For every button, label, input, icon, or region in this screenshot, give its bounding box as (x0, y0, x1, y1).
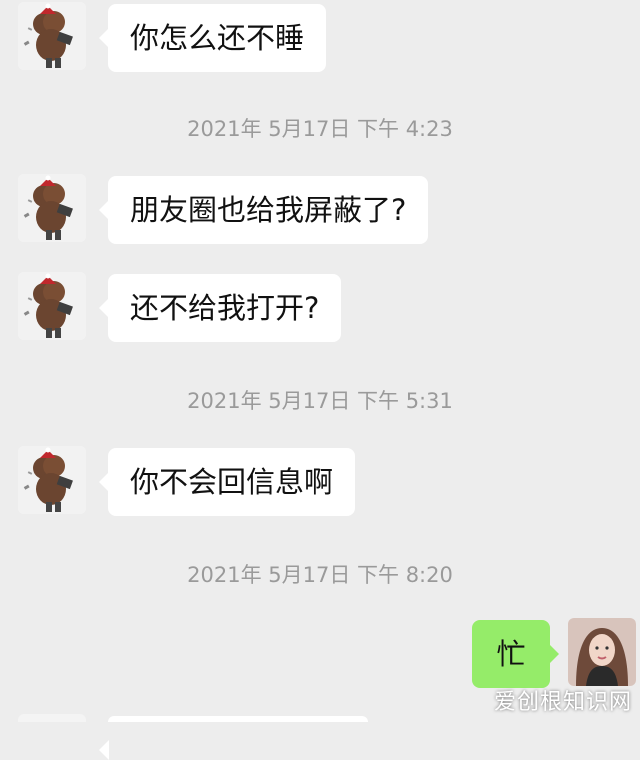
watermark: 爱创根知识网 (493, 690, 632, 715)
contact-avatar-icon (18, 714, 86, 722)
bear-avatar-icon (18, 272, 86, 340)
message-bubble-outgoing[interactable]: 忙 (472, 620, 559, 688)
contact-avatar-icon[interactable] (18, 272, 86, 340)
bear-avatar-icon (18, 2, 86, 70)
contact-avatar-icon[interactable] (18, 174, 86, 242)
user-photo-avatar (568, 618, 636, 686)
bear-avatar-icon (18, 446, 86, 514)
self-avatar[interactable] (568, 618, 636, 686)
chat-area[interactable]: 你怎么还不睡 2021年 5月17日 下午 4:23 朋友圈也给我屏蔽了? 还不… (0, 0, 640, 760)
bear-avatar-icon (18, 174, 86, 242)
message-bubble[interactable]: 朋友圈也给我屏蔽了? (98, 176, 429, 244)
message-bubble-partial (99, 716, 368, 760)
message-timestamp: 2021年 5月17日 下午 5:31 (187, 389, 453, 413)
message-timestamp: 2021年 5月17日 下午 4:23 (187, 117, 453, 141)
message-timestamp: 2021年 5月17日 下午 8:20 (187, 563, 453, 587)
message-bubble[interactable]: 你不会回信息啊 (98, 448, 356, 516)
message-bubble[interactable]: 还不给我打开? (98, 274, 342, 342)
contact-avatar-icon[interactable] (18, 446, 86, 514)
message-bubble[interactable]: 你怎么还不睡 (98, 4, 327, 72)
contact-avatar-icon[interactable] (18, 2, 86, 70)
